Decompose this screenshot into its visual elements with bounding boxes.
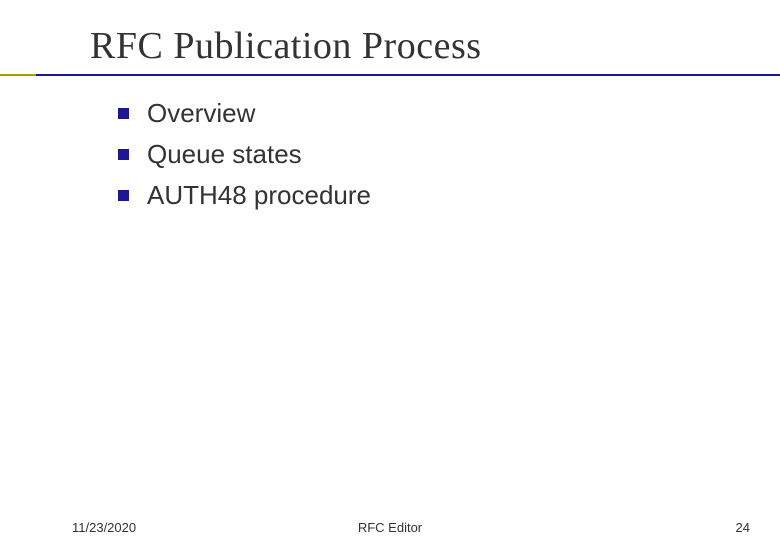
bullet-text: AUTH48 procedure — [147, 178, 371, 213]
list-item: Overview — [118, 96, 371, 131]
square-bullet-icon — [118, 149, 129, 160]
footer-center: RFC Editor — [358, 520, 422, 535]
list-item: Queue states — [118, 137, 371, 172]
underline-accent — [0, 74, 36, 76]
list-item: AUTH48 procedure — [118, 178, 371, 213]
slide: RFC Publication Process Overview Queue s… — [0, 0, 780, 540]
footer-page-number: 24 — [736, 520, 750, 535]
title-wrap: RFC Publication Process — [90, 24, 740, 68]
bullet-list: Overview Queue states AUTH48 procedure — [118, 96, 371, 219]
title-underline — [0, 74, 780, 76]
bullet-text: Overview — [147, 96, 255, 131]
square-bullet-icon — [118, 108, 129, 119]
slide-title: RFC Publication Process — [90, 24, 740, 68]
square-bullet-icon — [118, 190, 129, 201]
bullet-text: Queue states — [147, 137, 302, 172]
underline-main — [36, 74, 780, 76]
footer-date: 11/23/2020 — [72, 520, 136, 535]
